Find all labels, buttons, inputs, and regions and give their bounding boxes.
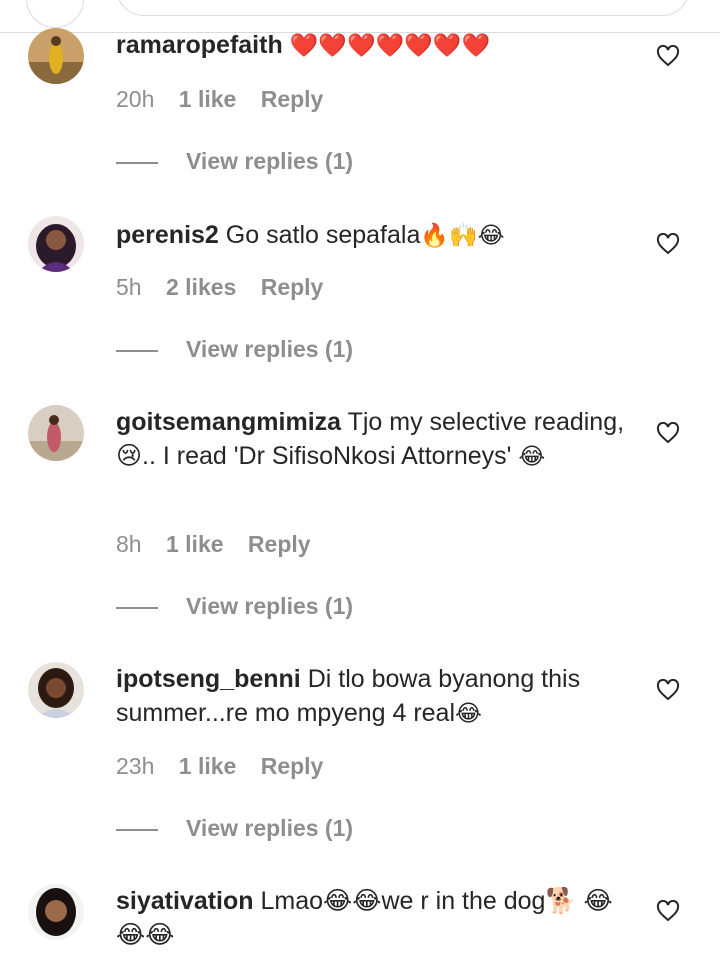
comment-emoji: ❤️❤️❤️❤️❤️❤️❤️	[289, 32, 491, 58]
comment-emoji: 😂	[455, 700, 482, 726]
comment-time: 8h	[116, 531, 142, 557]
avatar[interactable]	[28, 662, 84, 718]
comment-input[interactable]	[116, 0, 690, 16]
comment-username[interactable]: siyativation	[116, 887, 254, 915]
view-replies-button[interactable]: View replies (1)	[116, 336, 353, 363]
view-replies-button[interactable]: View replies (1)	[116, 593, 353, 620]
comment-meta: 20h 1 like Reply	[116, 86, 341, 113]
comment-body: ipotseng_benni Di tlo bowa byanong this …	[116, 662, 636, 730]
reply-button[interactable]: Reply	[261, 274, 324, 300]
comment-time: 20h	[116, 86, 155, 112]
comment-time: 5h	[116, 274, 142, 300]
comment-meta: 8h 1 like Reply	[116, 531, 329, 558]
likes-count[interactable]: 1 like	[179, 753, 237, 779]
avatar[interactable]	[28, 884, 84, 940]
comment-body: perenis2 Go satlo sepafala🔥🙌😂	[116, 218, 636, 252]
comment-text: Go satlo sepafala	[225, 221, 421, 249]
avatar[interactable]	[28, 28, 84, 84]
reply-button[interactable]: Reply	[261, 753, 324, 779]
heart-outline-icon[interactable]	[656, 233, 680, 255]
comment-username[interactable]: perenis2	[116, 221, 219, 249]
view-replies-label[interactable]: View replies (1)	[186, 815, 353, 841]
comment-emoji: 😂	[518, 443, 546, 469]
divider	[116, 161, 158, 164]
comment-emoji: 🔥🙌😂	[420, 222, 505, 248]
current-user-avatar	[26, 0, 84, 28]
likes-count[interactable]: 1 like	[166, 531, 224, 557]
comment-body: siyativation Lmao😂😂we r in the dog🐕 😂😂😂	[116, 884, 636, 952]
comment-username[interactable]: ipotseng_benni	[116, 665, 301, 693]
divider	[116, 828, 158, 831]
heart-outline-icon[interactable]	[656, 45, 680, 67]
heart-outline-icon[interactable]	[656, 679, 680, 701]
comment-time: 23h	[116, 753, 155, 779]
view-replies-button[interactable]: View replies (1)	[116, 148, 353, 175]
heart-outline-icon[interactable]	[656, 422, 680, 444]
comment-username[interactable]: goitsemangmimiza	[116, 408, 341, 436]
view-replies-button[interactable]: View replies (1)	[116, 815, 353, 842]
view-replies-label[interactable]: View replies (1)	[186, 593, 353, 619]
heart-outline-icon[interactable]	[656, 900, 680, 922]
comment-meta: 5h 2 likes Reply	[116, 274, 341, 301]
comment-username[interactable]: ramaropefaith	[116, 31, 283, 59]
divider	[116, 606, 158, 609]
view-replies-label[interactable]: View replies (1)	[186, 336, 353, 362]
likes-count[interactable]: 1 like	[179, 86, 237, 112]
view-replies-label[interactable]: View replies (1)	[186, 148, 353, 174]
avatar[interactable]	[28, 405, 84, 461]
comment-meta: 23h 1 like Reply	[116, 753, 341, 780]
comment-body: ramaropefaith ❤️❤️❤️❤️❤️❤️❤️	[116, 28, 636, 62]
reply-button[interactable]: Reply	[261, 86, 324, 112]
divider	[116, 349, 158, 352]
likes-count[interactable]: 2 likes	[166, 274, 236, 300]
avatar[interactable]	[28, 216, 84, 272]
reply-button[interactable]: Reply	[248, 531, 311, 557]
comment-body: goitsemangmimiza Tjo my selective readin…	[116, 405, 636, 473]
